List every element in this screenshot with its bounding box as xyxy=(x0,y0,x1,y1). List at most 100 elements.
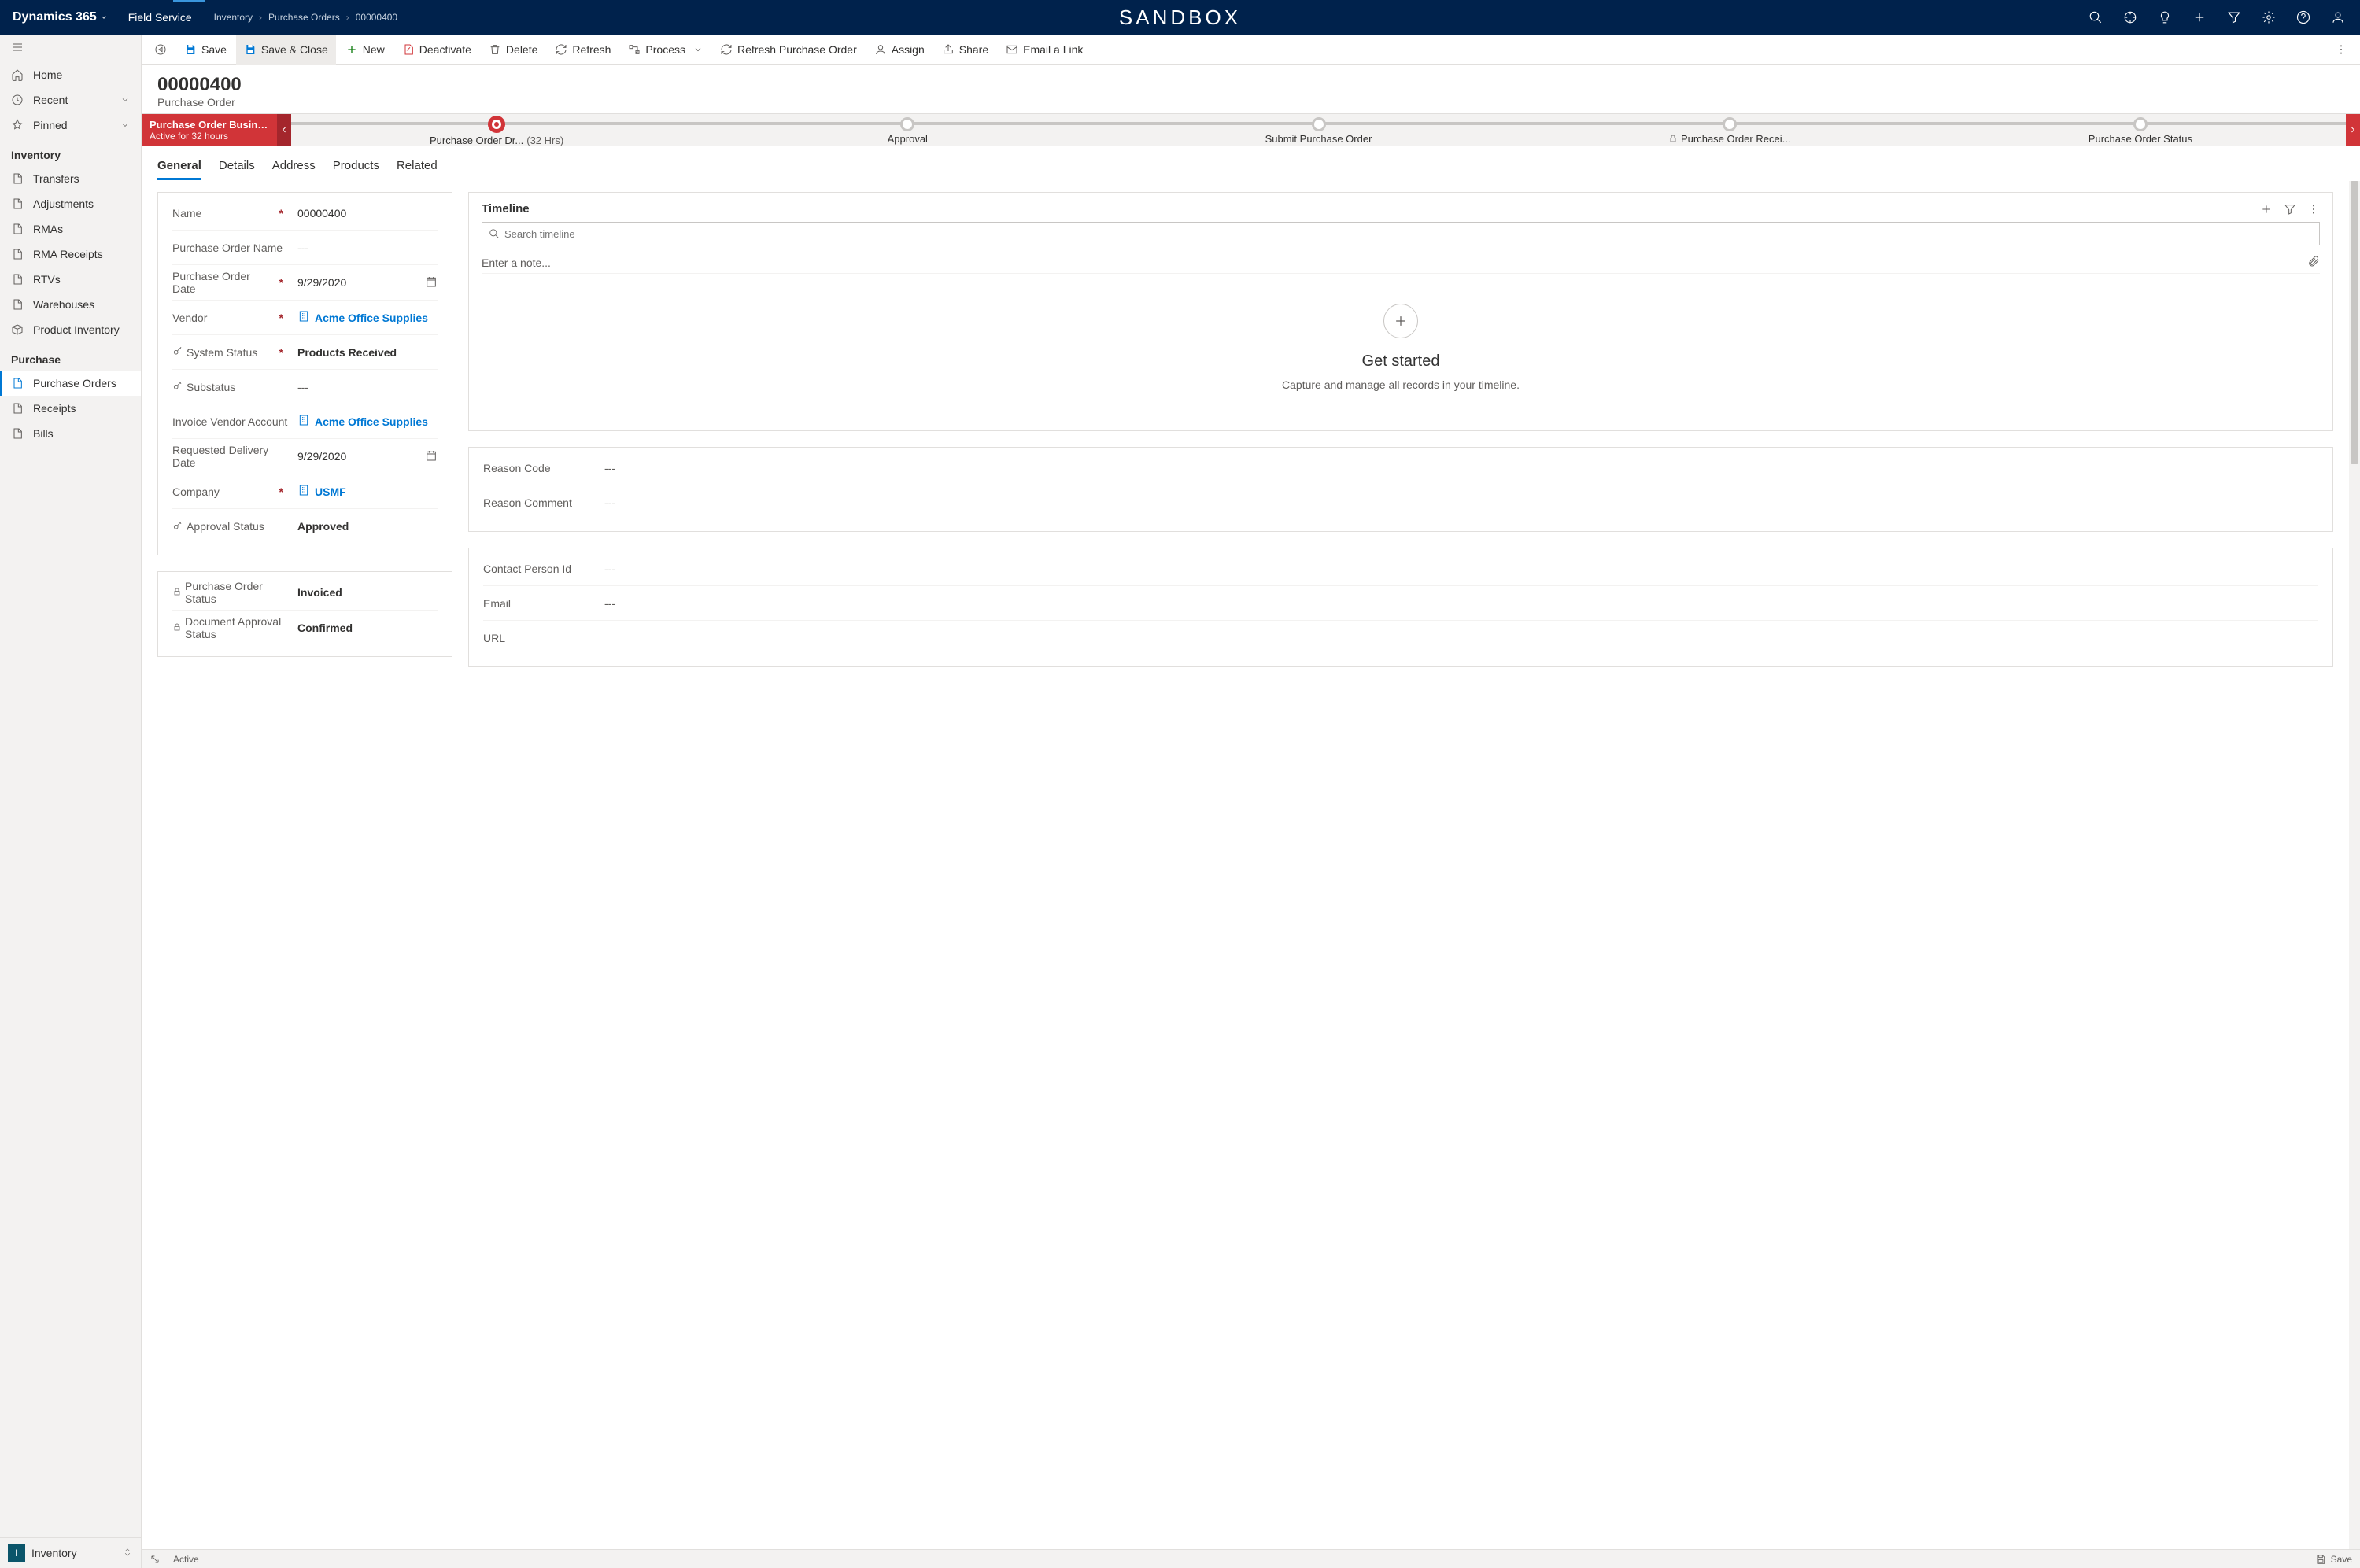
sidebar-item-adjustments[interactable]: Adjustments xyxy=(0,191,141,216)
tab-address[interactable]: Address xyxy=(272,154,316,180)
user-icon[interactable] xyxy=(2322,0,2354,35)
assign-label: Assign xyxy=(892,43,925,56)
tab-general[interactable]: General xyxy=(157,154,201,180)
bpf-header[interactable]: Purchase Order Business ... Active for 3… xyxy=(142,114,277,146)
delete-button[interactable]: Delete xyxy=(481,35,545,65)
process-label: Process xyxy=(645,43,685,56)
calendar-icon[interactable] xyxy=(425,275,438,290)
timeline-filter-button[interactable] xyxy=(2284,203,2296,216)
required-indicator: * xyxy=(279,276,290,289)
email-link-button[interactable]: Email a Link xyxy=(998,35,1091,65)
sidebar-pinned[interactable]: Pinned xyxy=(0,113,141,138)
timeline-add-button[interactable] xyxy=(2260,203,2273,216)
save-close-button[interactable]: Save & Close xyxy=(236,35,336,65)
field-reason-code[interactable]: Reason Code --- xyxy=(483,451,2318,485)
process-button[interactable]: Process xyxy=(620,35,711,65)
attach-icon[interactable] xyxy=(2307,255,2320,270)
field-po-name[interactable]: Purchase Order Name --- xyxy=(172,231,438,265)
environment-label: SANDBOX xyxy=(1119,6,1241,30)
field-req-delivery[interactable]: Requested Delivery Date 9/29/2020 xyxy=(172,439,438,474)
idea-icon[interactable] xyxy=(2149,0,2181,35)
refresh-po-button[interactable]: Refresh Purchase Order xyxy=(712,35,865,65)
sidebar-item-product-inventory[interactable]: Product Inventory xyxy=(0,317,141,342)
sidebar-home[interactable]: Home xyxy=(0,62,141,87)
task-icon[interactable] xyxy=(2114,0,2146,35)
scrollbar[interactable] xyxy=(2349,181,2360,1549)
field-contact-person[interactable]: Contact Person Id --- xyxy=(483,552,2318,586)
timeline-search[interactable] xyxy=(482,222,2320,245)
deactivate-button[interactable]: Deactivate xyxy=(394,35,479,65)
breadcrumb-2[interactable]: 00000400 xyxy=(356,12,397,23)
refresh-button[interactable]: Refresh xyxy=(547,35,619,65)
share-button[interactable]: Share xyxy=(934,35,996,65)
field-invoice-vendor[interactable]: Invoice Vendor Account Acme Office Suppl… xyxy=(172,404,438,439)
timeline-empty-icon[interactable] xyxy=(1383,304,1418,338)
field-approval-status[interactable]: Approval Status Approved xyxy=(172,509,438,544)
field-po-date[interactable]: Purchase Order Date* 9/29/2020 xyxy=(172,265,438,301)
filter-icon[interactable] xyxy=(2218,0,2250,35)
sidebar-item-purchase-orders[interactable]: Purchase Orders xyxy=(0,371,141,396)
field-value[interactable]: Acme Office Supplies xyxy=(315,312,428,324)
field-system-status[interactable]: System Status* Products Received xyxy=(172,335,438,370)
new-button[interactable]: New xyxy=(338,35,393,65)
sidebar-recent[interactable]: Recent xyxy=(0,87,141,113)
sidebar-item-receipts[interactable]: Receipts xyxy=(0,396,141,421)
sidebar-item-rma-receipts[interactable]: RMA Receipts xyxy=(0,242,141,267)
field-value[interactable]: USMF xyxy=(315,485,346,498)
field-reason-comment[interactable]: Reason Comment --- xyxy=(483,485,2318,520)
field-email[interactable]: Email --- xyxy=(483,586,2318,621)
bpf-stage-3[interactable]: Purchase Order Recei... xyxy=(1524,116,1935,145)
field-value[interactable]: Acme Office Supplies xyxy=(315,415,428,428)
search-icon[interactable] xyxy=(2080,0,2111,35)
sidebar-item-bills[interactable]: Bills xyxy=(0,421,141,446)
field-vendor[interactable]: Vendor* Acme Office Supplies xyxy=(172,301,438,335)
scroll-thumb[interactable] xyxy=(2351,181,2358,464)
sidebar-item-warehouses[interactable]: Warehouses xyxy=(0,292,141,317)
save-button[interactable]: Save xyxy=(176,35,235,65)
gear-icon[interactable] xyxy=(2253,0,2284,35)
timeline-note-input[interactable]: Enter a note... xyxy=(482,252,2320,274)
breadcrumb-1[interactable]: Purchase Orders xyxy=(268,12,340,23)
bpf-prev-button[interactable] xyxy=(277,114,291,146)
save-close-label: Save & Close xyxy=(261,43,328,56)
statusbar-save-label: Save xyxy=(2331,1554,2352,1565)
bpf-next-button[interactable] xyxy=(2346,114,2360,146)
tab-products[interactable]: Products xyxy=(333,154,379,180)
tab-related[interactable]: Related xyxy=(397,154,438,180)
sidebar-toggle[interactable] xyxy=(0,35,141,62)
sidebar-item-rmas[interactable]: RMAs xyxy=(0,216,141,242)
more-commands-button[interactable] xyxy=(2327,35,2355,65)
bpf-stage-4[interactable]: Purchase Order Status xyxy=(1935,116,2346,145)
calendar-icon[interactable] xyxy=(425,449,438,464)
bpf-stage-1[interactable]: Approval xyxy=(702,116,1113,145)
field-label: System Status xyxy=(187,346,257,359)
tab-highlight xyxy=(173,0,205,2)
statusbar-save-button[interactable]: Save xyxy=(2315,1554,2352,1565)
field-company[interactable]: Company* USMF xyxy=(172,474,438,509)
breadcrumb-sep: › xyxy=(346,12,349,23)
field-label: Company xyxy=(172,485,220,498)
save-icon xyxy=(2315,1554,2326,1565)
timeline-more-button[interactable] xyxy=(2307,203,2320,216)
field-name[interactable]: Name* 00000400 xyxy=(172,196,438,231)
help-icon[interactable] xyxy=(2288,0,2319,35)
bpf-dot-icon xyxy=(488,116,505,133)
field-substatus[interactable]: Substatus --- xyxy=(172,370,438,404)
sidebar-item-rtvs[interactable]: RTVs xyxy=(0,267,141,292)
field-url[interactable]: URL xyxy=(483,621,2318,655)
app-switcher[interactable]: Dynamics 365 xyxy=(6,10,114,24)
bpf-title: Purchase Order Business ... xyxy=(150,119,269,131)
sidebar-item-transfers[interactable]: Transfers xyxy=(0,166,141,191)
area-switcher[interactable]: I Inventory xyxy=(0,1537,141,1568)
assign-button[interactable]: Assign xyxy=(866,35,933,65)
bpf-stage-0[interactable]: Purchase Order Dr... (32 Hrs) xyxy=(291,114,702,146)
add-icon[interactable] xyxy=(2184,0,2215,35)
module-name[interactable]: Field Service xyxy=(117,11,203,24)
record-set-button[interactable] xyxy=(146,35,175,65)
popout-icon[interactable] xyxy=(150,1554,161,1565)
tab-details[interactable]: Details xyxy=(219,154,255,180)
timeline-search-input[interactable] xyxy=(504,228,2313,240)
bpf-stage-2[interactable]: Submit Purchase Order xyxy=(1113,116,1523,145)
field-label: Reason Comment xyxy=(483,496,572,509)
breadcrumb-0[interactable]: Inventory xyxy=(214,12,253,23)
